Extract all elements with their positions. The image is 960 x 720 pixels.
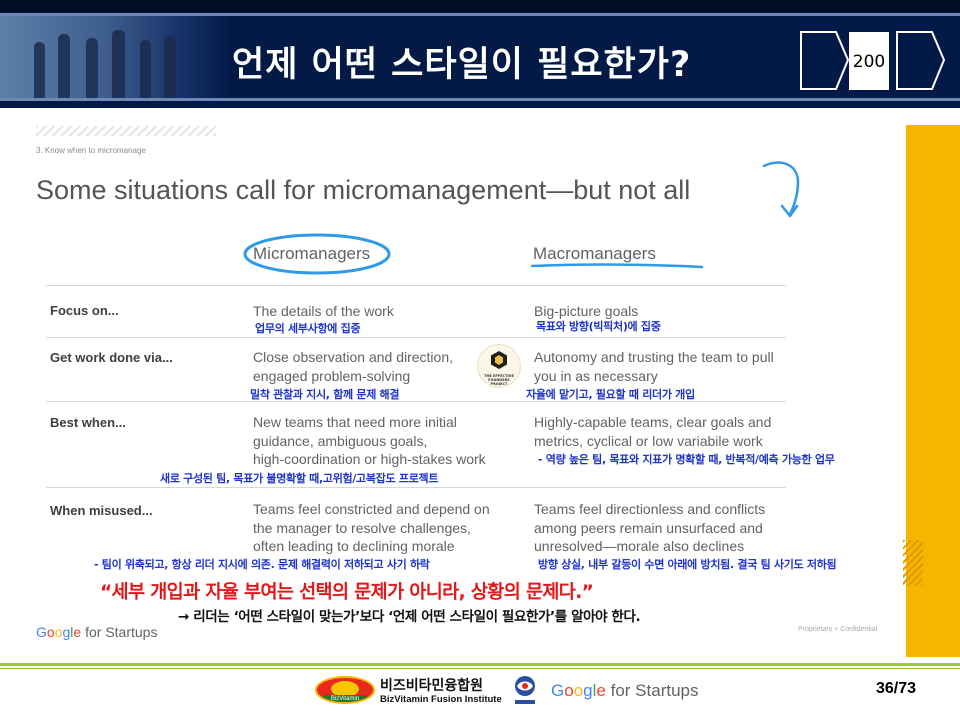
logo-letter: e: [596, 681, 606, 700]
slide-counter: 36/73: [876, 680, 917, 697]
logo-letter: G: [36, 624, 47, 640]
header-rule-bottom: [0, 98, 960, 101]
photo-person: [34, 42, 45, 98]
cell-line: among peers remain unsurfaced and: [534, 519, 763, 536]
slide-title: 언제 어떤 스타일이 필요한가?: [232, 45, 692, 85]
org-name-english: BizVitamin Fusion Institute: [380, 694, 502, 705]
korean-note-micro-misused: - 팀이 위축되고, 항상 리더 지시에 의존. 문제 해결력이 저하되고 사기…: [94, 558, 430, 571]
logo-text: for Startups: [81, 624, 158, 640]
cell-line: Close observation and direction,: [253, 349, 454, 365]
photo-person: [86, 38, 98, 98]
korean-note-micro-workdone: 밀착 관찰과 지시, 함께 문제 해결: [250, 388, 400, 401]
row-label-best-when: Best when...: [50, 415, 126, 430]
macro-misused-text: Teams feel directionless and conflicts a…: [534, 500, 765, 556]
logo-caption: BizVitamin: [330, 696, 360, 702]
hatch-decoration-orange: [903, 540, 923, 586]
korean-note-macro-bestwhen: - 역량 높은 팀, 목표와 지표가 명확할 때, 반복적/예측 가능한 업무: [538, 453, 835, 466]
korean-note-macro-misused: 방향 상실, 내부 갈등이 수면 아래에 방치됨. 결국 팀 사기도 저하됨: [538, 558, 837, 571]
key-takeaway: → 리더는 ‘어떤 스타일이 맞는가’보다 ‘언제 어떤 스타일이 필요한가’를…: [178, 609, 641, 625]
micro-misused-text: Teams feel constricted and depend on the…: [253, 500, 490, 556]
photo-person: [164, 36, 176, 98]
macro-bestwhen-text: Highly-capable teams, clear goals and me…: [534, 413, 771, 450]
logo-caption-strip: BizVitamin: [323, 695, 367, 702]
korean-note-micro-bestwhen: 새로 구성된 팀, 목표가 불명확할 때,고위험/고복잡도 프로젝트: [160, 472, 439, 485]
cell-line: unresolved—morale also declines: [534, 538, 745, 554]
section-label: 3. Know when to micromanage: [36, 146, 146, 155]
confidential-label: Proprietary + Confidential: [798, 626, 878, 633]
row-label-get-work-done: Get work done via...: [50, 350, 173, 365]
logo-letter: o: [564, 681, 574, 700]
slide-headline: Some situations call for micromanagement…: [36, 175, 691, 205]
logo-letter: g: [583, 681, 593, 700]
cell-line: The details of the work: [253, 303, 394, 319]
cell-line: New teams that need more initial: [253, 414, 457, 430]
cell-line: guidance, ambiguous goals,: [253, 432, 428, 449]
cell-line: the manager to resolve challenges,: [253, 519, 471, 536]
cell-line: high-coordination or high-stakes work: [253, 451, 486, 467]
cell-line: engaged problem-solving: [253, 367, 411, 384]
table-rule: [46, 487, 786, 488]
header-business-people-photo: [0, 16, 230, 98]
row-label-when-misused: When misused...: [50, 503, 153, 518]
photo-person: [58, 34, 70, 98]
logo-letter: o: [46, 624, 55, 640]
macro-workdone-text: Autonomy and trusting the team to pull y…: [534, 348, 774, 385]
footer-rule-thin: [0, 668, 960, 669]
hatch-decoration: [36, 126, 216, 136]
cell-line: Autonomy and trusting the team to pull: [534, 349, 774, 365]
cell-line: you in as necessary: [534, 367, 658, 384]
micro-bestwhen-text: New teams that need more initial guidanc…: [253, 413, 486, 469]
micro-workdone-text: Close observation and direction, engaged…: [253, 348, 453, 385]
highlight-underline-icon: [530, 263, 704, 269]
cell-line: Teams feel directionless and conflicts: [534, 501, 766, 517]
key-quote: “세부 개입과 자율 부여는 선택의 문제가 아니라, 상황의 문제다.”: [100, 582, 594, 603]
photo-person: [112, 30, 125, 98]
logo-letter: G: [551, 681, 565, 700]
logo-letter: o: [573, 681, 584, 700]
header-top-strip: [0, 0, 960, 12]
cell-line: Teams feel constricted and depend on: [253, 501, 490, 517]
hexagon-logo-icon: [491, 351, 507, 369]
korean-note-macro-focus: 목표와 방향(빅픽처)에 집중: [536, 320, 661, 333]
table-rule: [46, 285, 786, 286]
micro-focus-text: The details of the work: [253, 302, 394, 321]
photo-person: [140, 40, 151, 98]
page-number: 200: [852, 52, 886, 72]
column-header-micromanagers: Micromanagers: [253, 244, 371, 263]
bizvitamin-logo: BizVitamin: [315, 676, 375, 704]
table-rule: [46, 337, 786, 338]
footer-rule-thick: [0, 663, 960, 666]
org-name-korean: 비즈비타민융합원: [380, 678, 484, 694]
footer-google-for-startups-logo: Google for Startups: [551, 681, 699, 701]
row-label-focus: Focus on...: [50, 303, 119, 318]
institute-emblem-icon: [515, 676, 535, 704]
cell-line: Highly-capable teams, clear goals and: [534, 414, 772, 430]
prev-arrow-icon[interactable]: [800, 31, 850, 90]
curved-arrow-icon: [762, 161, 800, 218]
cell-line: often leading to declining morale: [253, 538, 455, 554]
korean-note-macro-workdone: 자율에 맡기고, 필요할 때 리더가 개입: [526, 388, 695, 401]
badge-text: THE EFFECTIVE FOUNDERS PROJECT: [484, 374, 514, 386]
logo-text: for Startups: [605, 681, 699, 700]
korean-note-micro-focus: 업무의 세부사항에 집중: [255, 322, 361, 335]
google-for-startups-logo: Google for Startups: [36, 624, 157, 640]
cell-line: metrics, cyclical or low variabile work: [534, 432, 763, 449]
next-arrow-icon[interactable]: [896, 31, 946, 90]
